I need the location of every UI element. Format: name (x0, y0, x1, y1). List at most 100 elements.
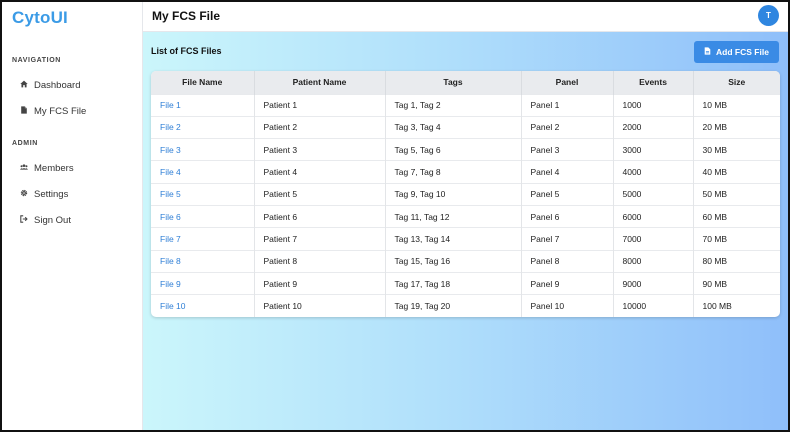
file-name-link[interactable]: File 5 (151, 182, 255, 206)
table-cell: Panel 2 (521, 115, 614, 139)
file-name-link[interactable]: File 6 (151, 204, 255, 228)
file-name-link[interactable]: File 2 (151, 115, 255, 139)
column-header[interactable]: Tags (385, 71, 522, 94)
table-row[interactable]: File 10 Patient 10 Tag 19, Tag 20 Panel 10 1… (151, 294, 780, 317)
content-panel: List of FCS Files Add FCS File File Name… (143, 32, 788, 430)
table-cell: Patient 4 (254, 160, 386, 184)
sidebar-item-label: Members (34, 163, 74, 174)
table-cell: 10000 (613, 294, 694, 317)
file-name-link[interactable]: File 10 (151, 294, 255, 317)
sidebar-item-members[interactable]: Members (20, 163, 74, 174)
table-cell: 30 MB (693, 138, 780, 161)
file-name-link[interactable]: File 8 (151, 249, 255, 273)
table-cell: 4000 (613, 160, 694, 184)
file-add-icon (704, 47, 711, 57)
column-header[interactable]: Events (613, 71, 694, 94)
table-cell: 90 MB (693, 271, 780, 295)
table-cell: Panel 5 (521, 182, 614, 206)
table-cell: 9000 (613, 271, 694, 295)
table-row[interactable]: File 8 Patient 8 Tag 15, Tag 16 Panel 8 8000… (151, 249, 780, 273)
file-name-link[interactable]: File 4 (151, 160, 255, 184)
table-cell: 40 MB (693, 160, 780, 184)
table-row[interactable]: File 6 Patient 6 Tag 11, Tag 12 Panel 6 6000… (151, 204, 780, 228)
table-cell: Patient 3 (254, 138, 386, 161)
table-cell: Panel 9 (521, 271, 614, 295)
page-title: My FCS File (152, 9, 221, 23)
nav-section-heading: NAVIGATION (12, 57, 61, 64)
sign-out-icon (20, 215, 28, 226)
column-header[interactable]: Patient Name (254, 71, 386, 94)
table-cell: Tag 1, Tag 2 (385, 93, 522, 117)
column-header[interactable]: File Name (151, 71, 255, 94)
sidebar-item-label: My FCS File (34, 106, 87, 117)
table-cell: 1000 (613, 93, 694, 117)
sidebar-item-my-fcs-file[interactable]: My FCS File (20, 106, 86, 117)
app-logo[interactable]: CytoUI (12, 8, 68, 28)
table-cell: Panel 1 (521, 93, 614, 117)
table-row[interactable]: File 5 Patient 5 Tag 9, Tag 10 Panel 5 5000 5… (151, 182, 780, 206)
sidebar: CytoUI NAVIGATION Dashboard My FCS File … (2, 2, 143, 430)
table-cell: Panel 4 (521, 160, 614, 184)
users-icon (20, 163, 28, 174)
table-cell: Patient 2 (254, 115, 386, 139)
file-name-link[interactable]: File 3 (151, 138, 255, 161)
table-header-row: File Name Patient Name Tags Panel Events Size (151, 71, 780, 94)
column-header[interactable]: Size (693, 71, 780, 94)
table-cell: Tag 19, Tag 20 (385, 294, 522, 317)
sidebar-item-dashboard[interactable]: Dashboard (20, 80, 80, 91)
column-header[interactable]: Panel (521, 71, 614, 94)
table-cell: 7000 (613, 227, 694, 251)
table-cell: Patient 6 (254, 204, 386, 228)
table-cell: 70 MB (693, 227, 780, 251)
table-cell: 3000 (613, 138, 694, 161)
table-cell: Patient 1 (254, 93, 386, 117)
avatar[interactable]: T (758, 5, 779, 26)
sidebar-item-label: Sign Out (34, 215, 71, 226)
sidebar-item-sign-out[interactable]: Sign Out (20, 215, 71, 226)
table-row[interactable]: File 2 Patient 2 Tag 3, Tag 4 Panel 2 2000 20… (151, 115, 780, 139)
file-name-link[interactable]: File 7 (151, 227, 255, 251)
table-body: File 1 Patient 1 Tag 1, Tag 2 Panel 1 1000 10… (151, 93, 780, 317)
table-cell: Patient 8 (254, 249, 386, 273)
table-cell: Tag 13, Tag 14 (385, 227, 522, 251)
top-bar: My FCS File T (143, 2, 788, 32)
table-cell: Tag 5, Tag 6 (385, 138, 522, 161)
table-cell: Patient 5 (254, 182, 386, 206)
table-cell: Tag 3, Tag 4 (385, 115, 522, 139)
sidebar-item-settings[interactable]: Settings (20, 189, 68, 200)
table-cell: 60 MB (693, 204, 780, 228)
table-cell: Tag 11, Tag 12 (385, 204, 522, 228)
table-row[interactable]: File 1 Patient 1 Tag 1, Tag 2 Panel 1 1000 10… (151, 93, 780, 117)
table-cell: 10 MB (693, 93, 780, 117)
table-cell: Tag 9, Tag 10 (385, 182, 522, 206)
file-name-link[interactable]: File 9 (151, 271, 255, 295)
table-cell: Patient 9 (254, 271, 386, 295)
file-name-link[interactable]: File 1 (151, 93, 255, 117)
add-fcs-file-label: Add FCS File (716, 47, 769, 57)
table-cell: Panel 10 (521, 294, 614, 317)
table-cell: Tag 17, Tag 18 (385, 271, 522, 295)
table-cell: 5000 (613, 182, 694, 206)
table-cell: Tag 7, Tag 8 (385, 160, 522, 184)
table-cell: Panel 6 (521, 204, 614, 228)
table-cell: Tag 15, Tag 16 (385, 249, 522, 273)
table-cell: 20 MB (693, 115, 780, 139)
home-icon (20, 80, 28, 91)
table-row[interactable]: File 7 Patient 7 Tag 13, Tag 14 Panel 7 7000… (151, 227, 780, 251)
file-icon (20, 106, 28, 117)
sidebar-item-label: Dashboard (34, 80, 81, 91)
table-row[interactable]: File 9 Patient 9 Tag 17, Tag 18 Panel 9 9000… (151, 271, 780, 295)
gear-icon (20, 189, 28, 200)
table-cell: 80 MB (693, 249, 780, 273)
list-title: List of FCS Files (151, 46, 222, 56)
fcs-files-table: File Name Patient Name Tags Panel Events Size… (151, 71, 780, 317)
table-row[interactable]: File 3 Patient 3 Tag 5, Tag 6 Panel 3 3000 30… (151, 138, 780, 161)
table-cell: 50 MB (693, 182, 780, 206)
main-area: My FCS File T List of FCS Files Add FCS … (143, 2, 788, 430)
table-row[interactable]: File 4 Patient 4 Tag 7, Tag 8 Panel 4 4000 40… (151, 160, 780, 184)
table-cell: 2000 (613, 115, 694, 139)
sidebar-item-label: Settings (34, 189, 69, 200)
table-cell: Panel 7 (521, 227, 614, 251)
add-fcs-file-button[interactable]: Add FCS File (694, 41, 779, 63)
table-cell: 6000 (613, 204, 694, 228)
